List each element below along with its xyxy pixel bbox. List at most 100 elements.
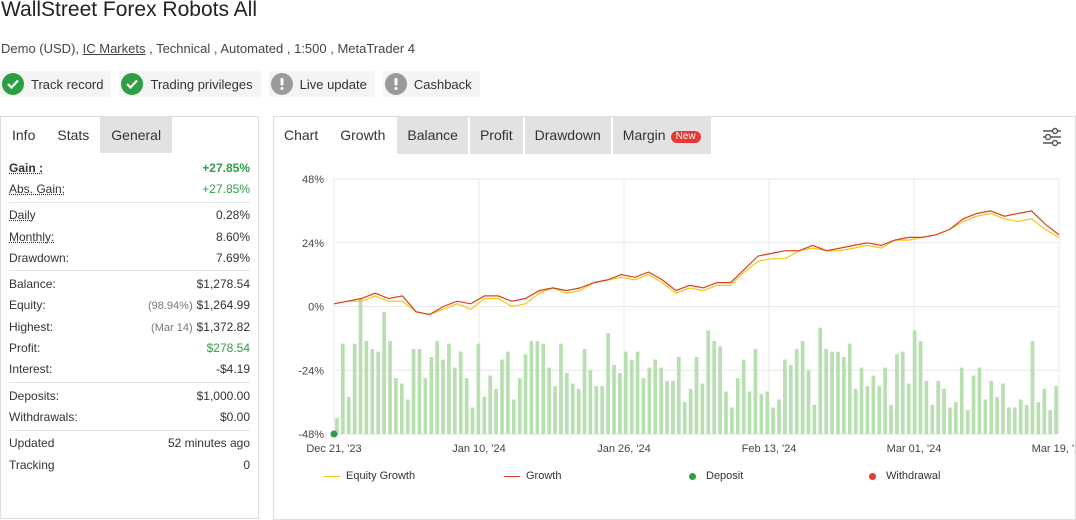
bar <box>747 391 752 434</box>
stat-value: 0 <box>243 457 250 472</box>
bar <box>936 380 940 434</box>
bar <box>570 383 575 434</box>
bar <box>665 380 669 434</box>
bar <box>517 378 522 434</box>
bar <box>447 343 451 434</box>
bar <box>771 407 775 434</box>
tab-margin[interactable]: Margin New <box>612 117 711 154</box>
bar <box>399 383 404 434</box>
badge-track-record[interactable]: Track record <box>0 71 112 97</box>
stat-label[interactable]: Monthly: <box>9 230 54 244</box>
stat-label: Interest: <box>9 362 53 377</box>
bar <box>847 343 852 434</box>
stat-daily: Daily 0.28% <box>9 205 250 226</box>
stat-withdrawals: Withdrawals: $0.00 <box>9 406 250 427</box>
bar <box>930 404 935 434</box>
stat-value: $1,372.82 <box>196 319 250 334</box>
stats-panel: Info Stats General Gain : +27.85% Abs. G… <box>0 116 259 519</box>
bar <box>712 341 717 434</box>
tab-profit[interactable]: Profit <box>469 117 523 154</box>
y-tick-label: 48% <box>302 174 324 186</box>
bar <box>965 410 970 434</box>
bar <box>405 399 410 434</box>
bar <box>553 386 557 434</box>
legend-withdrawal[interactable]: Withdrawal <box>869 470 940 482</box>
stat-value: 52 minutes ago <box>167 436 250 451</box>
stat-value: $1,264.99 <box>196 298 250 313</box>
bar <box>612 364 616 434</box>
badge-live-update[interactable]: Live update <box>268 71 375 97</box>
bar <box>500 359 504 434</box>
bar <box>954 402 958 434</box>
bar <box>358 298 363 434</box>
bar <box>871 375 876 434</box>
chart-settings-icon[interactable] <box>1041 126 1063 148</box>
legend-deposit[interactable]: Deposit <box>689 470 869 482</box>
x-tick-label: Dec 21, '23 <box>306 443 361 455</box>
legend-growth[interactable]: Growth <box>504 470 689 482</box>
bar <box>959 367 964 434</box>
stat-label[interactable]: Abs. Gain: <box>9 182 65 196</box>
chart-panel: Chart Growth Balance Profit Drawdown Mar… <box>273 116 1076 520</box>
stat-label: Highest: <box>9 319 54 334</box>
bar <box>865 386 870 434</box>
bar <box>718 346 722 434</box>
bar <box>564 372 569 434</box>
badge-cashback[interactable]: Cashback <box>382 71 480 97</box>
stat-value: +27.85% <box>202 181 250 196</box>
bar <box>912 330 917 434</box>
divider <box>9 270 250 272</box>
bar <box>818 327 823 434</box>
bar <box>541 343 546 434</box>
tab-chart[interactable]: Chart <box>274 117 329 154</box>
tab-general[interactable]: General <box>100 117 173 153</box>
growth-chart[interactable]: 48% 24% 0% -24% -48% Dec 21, '23 Jan 10, '24 Ja… <box>274 155 1075 465</box>
stat-balance: Balance: $1,278.54 <box>9 273 250 294</box>
stat-updated: Updated 52 minutes ago <box>9 433 250 454</box>
legend-equity-growth[interactable]: Equity Growth <box>324 470 504 482</box>
bar <box>535 341 540 434</box>
badge-label: Cashback <box>413 76 472 92</box>
bar <box>429 356 434 434</box>
bar <box>458 351 463 434</box>
stat-equity: Equity: (98.94%) $1,264.99 <box>9 295 250 316</box>
stat-tracking: Tracking 0 <box>9 454 250 475</box>
badge-trading-privileges[interactable]: Trading privileges <box>119 71 261 97</box>
bar <box>388 341 392 434</box>
bar <box>800 341 805 434</box>
bar <box>682 402 687 434</box>
stat-label[interactable]: Gain : <box>9 161 43 175</box>
bar <box>824 349 829 434</box>
stat-label: Drawdown: <box>9 250 70 265</box>
bar <box>806 370 811 434</box>
stat-value: +27.85% <box>202 160 250 175</box>
stat-value: -$4.19 <box>215 362 250 377</box>
bar <box>759 394 764 434</box>
account-subtitle: Demo (USD), IC Markets , Technical , Aut… <box>1 41 415 56</box>
tab-info[interactable]: Info <box>1 117 47 153</box>
bar <box>924 380 929 434</box>
tab-growth[interactable]: Growth <box>330 117 396 154</box>
broker-link[interactable]: IC Markets <box>83 41 146 56</box>
stat-label[interactable]: Daily <box>9 208 36 222</box>
bar <box>877 386 882 434</box>
bar <box>1001 383 1005 434</box>
line-swatch <box>324 475 340 477</box>
bar <box>647 367 652 434</box>
bar <box>423 378 428 434</box>
stat-label: Equity: <box>9 298 46 313</box>
stat-label: Withdrawals: <box>9 409 78 424</box>
stat-label: Balance: <box>9 277 56 292</box>
bar <box>777 399 781 434</box>
tab-stats[interactable]: Stats <box>46 117 101 153</box>
bar <box>918 341 923 434</box>
new-badge: New <box>670 131 701 143</box>
stats-tabs: Info Stats General <box>1 117 258 153</box>
tab-balance[interactable]: Balance <box>397 117 468 154</box>
bar <box>523 354 528 434</box>
tab-drawdown[interactable]: Drawdown <box>524 117 611 154</box>
x-tick-label: Jan 26, '24 <box>597 443 650 455</box>
account-type: Demo (USD), <box>1 41 83 56</box>
bar <box>906 383 911 434</box>
bar <box>606 333 610 434</box>
